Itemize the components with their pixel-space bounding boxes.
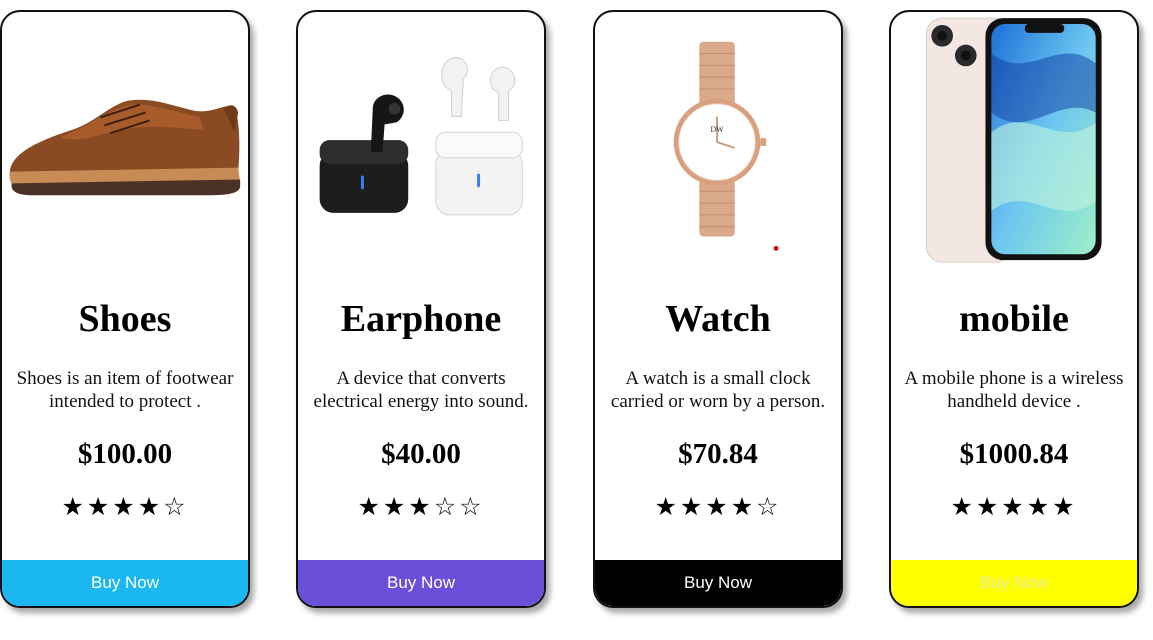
product-price: $40.00: [381, 438, 461, 470]
star-rating: ★★★☆☆: [357, 492, 485, 521]
product-title: Watch: [665, 298, 771, 340]
mobile-phone-image: [925, 17, 1102, 263]
product-price: $1000.84: [959, 438, 1069, 470]
description-line: intended to protect .: [49, 391, 201, 412]
product-price: $100.00: [77, 438, 173, 470]
watch-brand-logo: DW: [710, 125, 724, 134]
description-line: handheld device .: [947, 391, 1081, 412]
buy-now-button[interactable]: Buy Now: [595, 560, 841, 606]
description-line: Shoes is an item of footwear: [16, 368, 234, 389]
description-line: carried or worn by a person.: [610, 391, 826, 412]
buy-now-button[interactable]: Buy Now: [891, 560, 1137, 606]
buy-now-button[interactable]: Buy Now: [2, 560, 248, 606]
product-description: A watch is a small clock carried or worn…: [601, 367, 835, 413]
description-line: A mobile phone is a wireless: [904, 368, 1124, 389]
star-rating: ★★★★☆: [654, 492, 782, 521]
product-title: Earphone: [340, 298, 502, 340]
product-card-mobile: mobile A mobile phone is a wireless hand…: [889, 10, 1139, 608]
buy-now-button[interactable]: Buy Now: [298, 560, 544, 606]
earphone-image: [319, 56, 523, 216]
description-line: A device that converts: [336, 368, 506, 389]
description-line: A watch is a small clock: [625, 368, 811, 389]
watch-image: DW: [673, 41, 779, 251]
product-card-watch: DW Watch A watch is a small clock carrie…: [593, 10, 843, 608]
product-title: mobile: [959, 298, 1069, 340]
product-title: Shoes: [78, 298, 172, 340]
product-price: $70.84: [678, 438, 758, 470]
product-card-shoes: Shoes Shoes is an item of footwear inten…: [0, 10, 250, 608]
description-line: electrical energy into sound.: [313, 391, 529, 412]
product-description: Shoes is an item of footwear intended to…: [8, 367, 242, 413]
star-rating: ★★★★☆: [61, 492, 189, 521]
shoe-image: [9, 99, 241, 196]
product-description: A device that converts electrical energy…: [304, 367, 538, 413]
star-rating: ★★★★★: [950, 492, 1078, 521]
product-description: A mobile phone is a wireless handheld de…: [897, 367, 1131, 413]
product-card-earphone: Earphone A device that converts electric…: [296, 10, 546, 608]
